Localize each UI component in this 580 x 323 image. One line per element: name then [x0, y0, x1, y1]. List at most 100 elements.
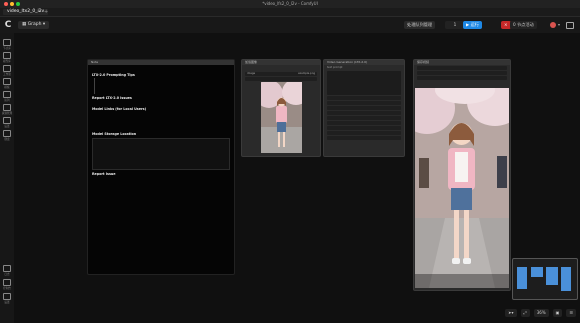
sidebar-item-label: 日志: [4, 273, 10, 276]
minimap-toggle-icon[interactable]: ▣: [552, 309, 563, 317]
settings-icon: [3, 117, 11, 124]
image-label: image: [247, 72, 256, 75]
close-tab-icon[interactable]: ×: [38, 9, 42, 15]
run-label: 运行: [470, 22, 479, 27]
assets-icon: [3, 104, 11, 111]
chevron-down-icon[interactable]: ▾: [558, 22, 560, 27]
minimap-node: [546, 267, 558, 285]
note-body: LTX-2.0 Prompting Tips Report LTX-2.0 Is…: [88, 65, 234, 187]
pointer-tool-icon[interactable]: ➤▾: [505, 309, 517, 317]
output-video-preview[interactable]: [415, 88, 509, 288]
graph-label: Graph: [27, 22, 42, 27]
links-toggle-icon[interactable]: ☰: [566, 309, 576, 317]
sidebar-item-label: 设置: [4, 125, 10, 128]
note-heading: Model Storage Location: [92, 131, 137, 136]
note-link[interactable]: [92, 112, 230, 130]
gear-icon: [3, 293, 11, 300]
minimap-node: [517, 267, 527, 289]
param-row[interactable]: [327, 101, 401, 105]
param-row[interactable]: [327, 131, 401, 135]
sidebar-item-assets[interactable]: 资源管理: [1, 104, 13, 115]
note-node[interactable]: Note LTX-2.0 Prompting Tips Report LTX-2…: [87, 59, 235, 275]
sidebar-item-settings[interactable]: 设置: [1, 117, 13, 128]
upload-button[interactable]: [245, 77, 317, 81]
sidebar-item-workflow[interactable]: 工作流: [1, 65, 13, 76]
note-list: [94, 78, 230, 95]
sidebar-item-queue[interactable]: 队列: [1, 91, 13, 102]
sidebar-item-logs[interactable]: 日志: [1, 265, 13, 276]
sidebar-item-label: 键盘: [4, 138, 10, 141]
param-row[interactable]: [327, 126, 401, 130]
sidebar-item-label: 控制台: [3, 287, 11, 290]
zoom-level[interactable]: 36%: [533, 309, 549, 317]
note-heading: LTX-2.0 Prompting Tips: [92, 73, 135, 77]
preview-node-title: 保存视频: [414, 60, 510, 65]
sidebar-item-label: 设置: [4, 301, 10, 304]
prompt-subtitle: text prompt: [327, 66, 343, 69]
sidebar-item-model-library[interactable]: 模型库: [1, 52, 13, 63]
sidebar-item-templates[interactable]: 模板: [1, 78, 13, 89]
sidebar-item-label: 模板: [4, 86, 10, 89]
run-button[interactable]: ▶ 运行: [463, 21, 482, 29]
param-row[interactable]: [417, 66, 507, 70]
param-row[interactable]: [327, 96, 401, 100]
param-row[interactable]: [327, 106, 401, 110]
canvas-minimap[interactable]: [512, 258, 578, 300]
tab-bar: video_ltx2_0_i2v × +: [0, 8, 580, 17]
image-filename: example.png: [298, 72, 315, 75]
input-image-preview: [261, 82, 302, 153]
sidebar-item-label: 资源管理: [1, 112, 13, 115]
left-sidebar: 节点库 模型库 工作流 模板 队列 资源管理 设置 键盘 日志 控制台 设置: [0, 33, 15, 323]
image-file-selector[interactable]: image example.png: [245, 72, 317, 76]
user-avatar[interactable]: [550, 22, 556, 28]
node-library-icon: [3, 39, 11, 46]
minimap-node: [561, 267, 571, 291]
video-preview-node[interactable]: 保存视频: [413, 59, 511, 291]
note-heading: Report Issue: [92, 172, 116, 177]
note-code-block: [92, 138, 230, 171]
workflow-icon: [3, 65, 11, 72]
template-icon: [3, 78, 11, 85]
note-heading: Model Links (for Local Users): [92, 106, 147, 111]
note-heading: Report LTX-2.0 Issues: [92, 96, 132, 101]
param-row[interactable]: [327, 121, 401, 125]
param-row[interactable]: [417, 71, 507, 75]
sidebar-item-console[interactable]: 控制台: [1, 279, 13, 290]
logs-icon: [3, 265, 11, 272]
param-row[interactable]: [327, 111, 401, 115]
top-toolbar: C ▦ Graph ▾ 处理队列管理 1 ▶ 运行 × 0 节点活动 ▾: [0, 17, 580, 34]
param-row[interactable]: [417, 76, 507, 80]
sidebar-item-label: 节点库: [3, 47, 11, 50]
param-row[interactable]: [327, 116, 401, 120]
keyboard-icon: [3, 130, 11, 137]
canvas-controls: ➤▾ ⤢ 36% ▣ ☰: [505, 307, 576, 319]
fit-view-icon[interactable]: ⤢: [520, 309, 530, 317]
sidebar-item-label: 工作流: [3, 73, 11, 76]
sidebar-item-label: 队列: [4, 99, 10, 102]
console-icon: [3, 279, 11, 286]
panel-toggle-icon[interactable]: [566, 22, 574, 29]
prompt-node[interactable]: Video Generation (LTX-2.0) text prompt: [323, 59, 405, 157]
batch-count-stepper[interactable]: 1: [445, 21, 465, 29]
model-library-icon: [3, 52, 11, 59]
note-link[interactable]: [92, 102, 230, 105]
minimap-node: [531, 267, 543, 277]
active-nodes-button[interactable]: 0 节点活动: [510, 21, 537, 29]
param-row[interactable]: [327, 136, 401, 140]
sidebar-item-node-library[interactable]: 节点库: [1, 39, 13, 50]
load-image-node-title: 加载图像: [242, 60, 320, 65]
window-title: *video_lfs2_0_l2v - ComfyUI: [262, 1, 318, 6]
new-tab-button[interactable]: +: [44, 9, 48, 15]
queue-manage-button[interactable]: 处理队列管理: [404, 21, 436, 29]
prompt-textarea[interactable]: [327, 71, 401, 95]
sidebar-item-keyboard[interactable]: 键盘: [1, 130, 13, 141]
load-image-node[interactable]: 加载图像 image example.png: [241, 59, 321, 157]
note-paragraph: [92, 177, 230, 185]
graph-menu-button[interactable]: ▦ Graph ▾: [18, 21, 50, 29]
comfy-logo-icon[interactable]: C: [3, 20, 13, 30]
queue-icon: [3, 91, 11, 98]
chevron-down-icon: ▾: [41, 22, 46, 27]
sidebar-item-gear[interactable]: 设置: [1, 293, 13, 304]
sidebar-item-label: 模型库: [3, 60, 11, 63]
note-line: [92, 67, 146, 71]
